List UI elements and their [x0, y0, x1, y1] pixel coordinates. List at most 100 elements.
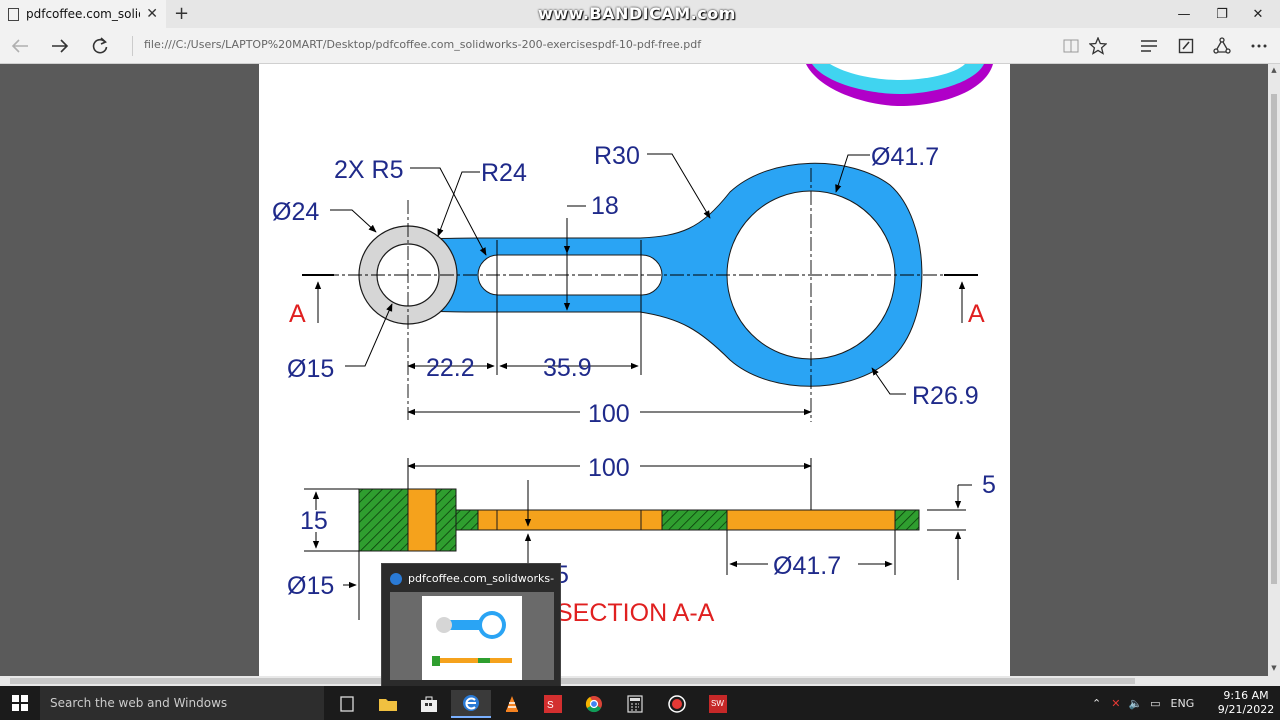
- favorite-button[interactable]: [1087, 36, 1109, 56]
- close-tab-icon[interactable]: ✕: [146, 6, 158, 22]
- preview-image: [390, 592, 554, 680]
- browser-tab[interactable]: pdfcoffee.com_solidwork ✕: [0, 0, 166, 28]
- horizontal-scroll-thumb[interactable]: [10, 678, 1135, 684]
- svg-text:S: S: [547, 700, 554, 711]
- label-section-a-left: A: [289, 300, 306, 328]
- network-warning-icon[interactable]: ✕: [1111, 697, 1120, 710]
- label-dia-41-7-top: Ø41.7: [871, 143, 939, 171]
- preview-page: [422, 596, 522, 680]
- tab-title: pdfcoffee.com_solidwork: [26, 7, 140, 21]
- forward-button[interactable]: [46, 34, 74, 58]
- task-view-button[interactable]: [327, 690, 367, 718]
- language-indicator[interactable]: ENG: [1171, 697, 1195, 710]
- label-dia-15-top: Ø15: [287, 355, 334, 383]
- calculator-button[interactable]: [615, 690, 655, 718]
- file-explorer-icon: [379, 699, 397, 711]
- more-icon: [1251, 44, 1267, 48]
- start-button[interactable]: [0, 686, 40, 720]
- forward-icon: [52, 39, 69, 53]
- pdf-viewer[interactable]: 2X R5 R24 R30 Ø41.7 Ø24 18 Ø15 22.2 35.9…: [0, 64, 1280, 676]
- svg-text:SW: SW: [711, 699, 724, 708]
- label-100-top: 100: [588, 400, 630, 428]
- taskbar-search-box[interactable]: Search the web and Windows: [40, 686, 324, 720]
- pdf-page: 2X R5 R24 R30 Ø41.7 Ø24 18 Ø15 22.2 35.9…: [259, 64, 1010, 676]
- tray-overflow-icon[interactable]: ⌃: [1092, 697, 1101, 710]
- tab-bar: pdfcoffee.com_solidwork ✕ + www.BANDICAM…: [0, 0, 1280, 28]
- reading-view-icon: [1063, 39, 1079, 53]
- url-field[interactable]: file:///C:/Users/LAPTOP%20MART/Desktop/p…: [144, 38, 701, 51]
- action-center-icon[interactable]: ▭: [1150, 697, 1160, 710]
- more-button[interactable]: [1248, 36, 1270, 56]
- vertical-scroll-thumb[interactable]: [1271, 94, 1277, 584]
- label-dia-24: Ø24: [272, 198, 319, 226]
- recording-watermark: www.BANDICAM.com: [538, 4, 736, 23]
- edge-icon: [463, 695, 479, 711]
- scroll-up-icon[interactable]: ▲: [1268, 66, 1280, 74]
- volume-icon[interactable]: 🔈: [1128, 697, 1142, 710]
- chrome-button[interactable]: [574, 690, 614, 718]
- label-dia-41-7-section: Ø41.7: [773, 552, 841, 580]
- url-separator: [132, 36, 133, 56]
- hub-icon: [1141, 40, 1157, 52]
- label-18: 18: [591, 192, 619, 220]
- refresh-button[interactable]: [86, 34, 114, 58]
- section-title: SECTION A-A: [556, 599, 715, 627]
- system-clock[interactable]: 9:16 AM 9/21/2022: [1216, 689, 1276, 717]
- system-tray: ⌃ ✕ 🔈 ▭ ENG: [1092, 686, 1194, 720]
- edge-button[interactable]: [451, 690, 491, 718]
- vlc-icon: [506, 696, 518, 712]
- label-2x-r5: 2X R5: [334, 156, 403, 184]
- recorder-icon: [668, 695, 686, 713]
- recorder-button[interactable]: [657, 690, 697, 718]
- windows-logo-icon: [12, 695, 28, 711]
- store-icon: [421, 696, 437, 712]
- preview-title-text: pdfcoffee.com_solidworks-200-...: [408, 572, 554, 585]
- solidworks-2018-button[interactable]: SW: [698, 690, 738, 718]
- web-note-button[interactable]: [1175, 36, 1197, 56]
- refresh-icon: [92, 37, 108, 54]
- section-view: [358, 488, 920, 552]
- engineering-drawing: 2X R5 R24 R30 Ø41.7 Ø24 18 Ø15 22.2 35.9…: [272, 64, 996, 627]
- label-35-9: 35.9: [543, 354, 592, 382]
- store-button[interactable]: [409, 690, 449, 718]
- solidworks-x-icon: S: [544, 695, 562, 713]
- vlc-button[interactable]: [492, 690, 532, 718]
- label-100-section: 100: [588, 454, 630, 482]
- label-section-a-right: A: [968, 300, 985, 328]
- label-r26-9: R26.9: [912, 382, 979, 410]
- label-dia-15-bottom: Ø15: [287, 572, 334, 600]
- label-15-section: 15: [300, 507, 328, 535]
- document-icon: [8, 7, 19, 21]
- label-22-2: 22.2: [426, 354, 475, 382]
- address-bar: file:///C:/Users/LAPTOP%20MART/Desktop/p…: [0, 28, 1280, 64]
- back-button[interactable]: [6, 34, 34, 58]
- file-explorer-button[interactable]: [368, 690, 408, 718]
- taskbar: Search the web and Windows S SW ⌃ ✕ 🔈 ▭ …: [0, 686, 1280, 720]
- vertical-scrollbar[interactable]: ▲ ▼: [1268, 64, 1280, 676]
- label-r24: R24: [481, 159, 527, 187]
- favorite-star-icon: [1089, 37, 1107, 55]
- close-window-button[interactable]: ✕: [1234, 0, 1280, 28]
- chrome-icon: [585, 696, 602, 713]
- edge-icon: [390, 572, 402, 585]
- clock-time: 9:16 AM: [1223, 689, 1269, 702]
- reading-view-button[interactable]: [1060, 36, 1082, 56]
- horizontal-scrollbar[interactable]: [0, 676, 1280, 686]
- new-tab-button[interactable]: +: [174, 3, 189, 24]
- calculator-icon: [627, 695, 643, 713]
- taskbar-thumbnail-preview[interactable]: pdfcoffee.com_solidworks-200-...: [381, 563, 561, 687]
- hub-button[interactable]: [1138, 36, 1160, 56]
- task-view-icon: [340, 696, 354, 712]
- solidworks-x-button[interactable]: S: [533, 690, 573, 718]
- share-button[interactable]: [1211, 36, 1233, 56]
- preview-title: pdfcoffee.com_solidworks-200-...: [390, 572, 554, 585]
- label-r30: R30: [594, 142, 640, 170]
- back-icon: [11, 39, 28, 53]
- scroll-down-icon[interactable]: ▼: [1268, 664, 1280, 672]
- top-ring-fragment: [806, 64, 993, 106]
- clock-date: 9/21/2022: [1217, 703, 1275, 716]
- solidworks-2018-icon: SW: [709, 695, 727, 713]
- label-5: 5: [982, 471, 996, 499]
- share-icon: [1213, 37, 1231, 54]
- web-note-icon: [1178, 38, 1194, 54]
